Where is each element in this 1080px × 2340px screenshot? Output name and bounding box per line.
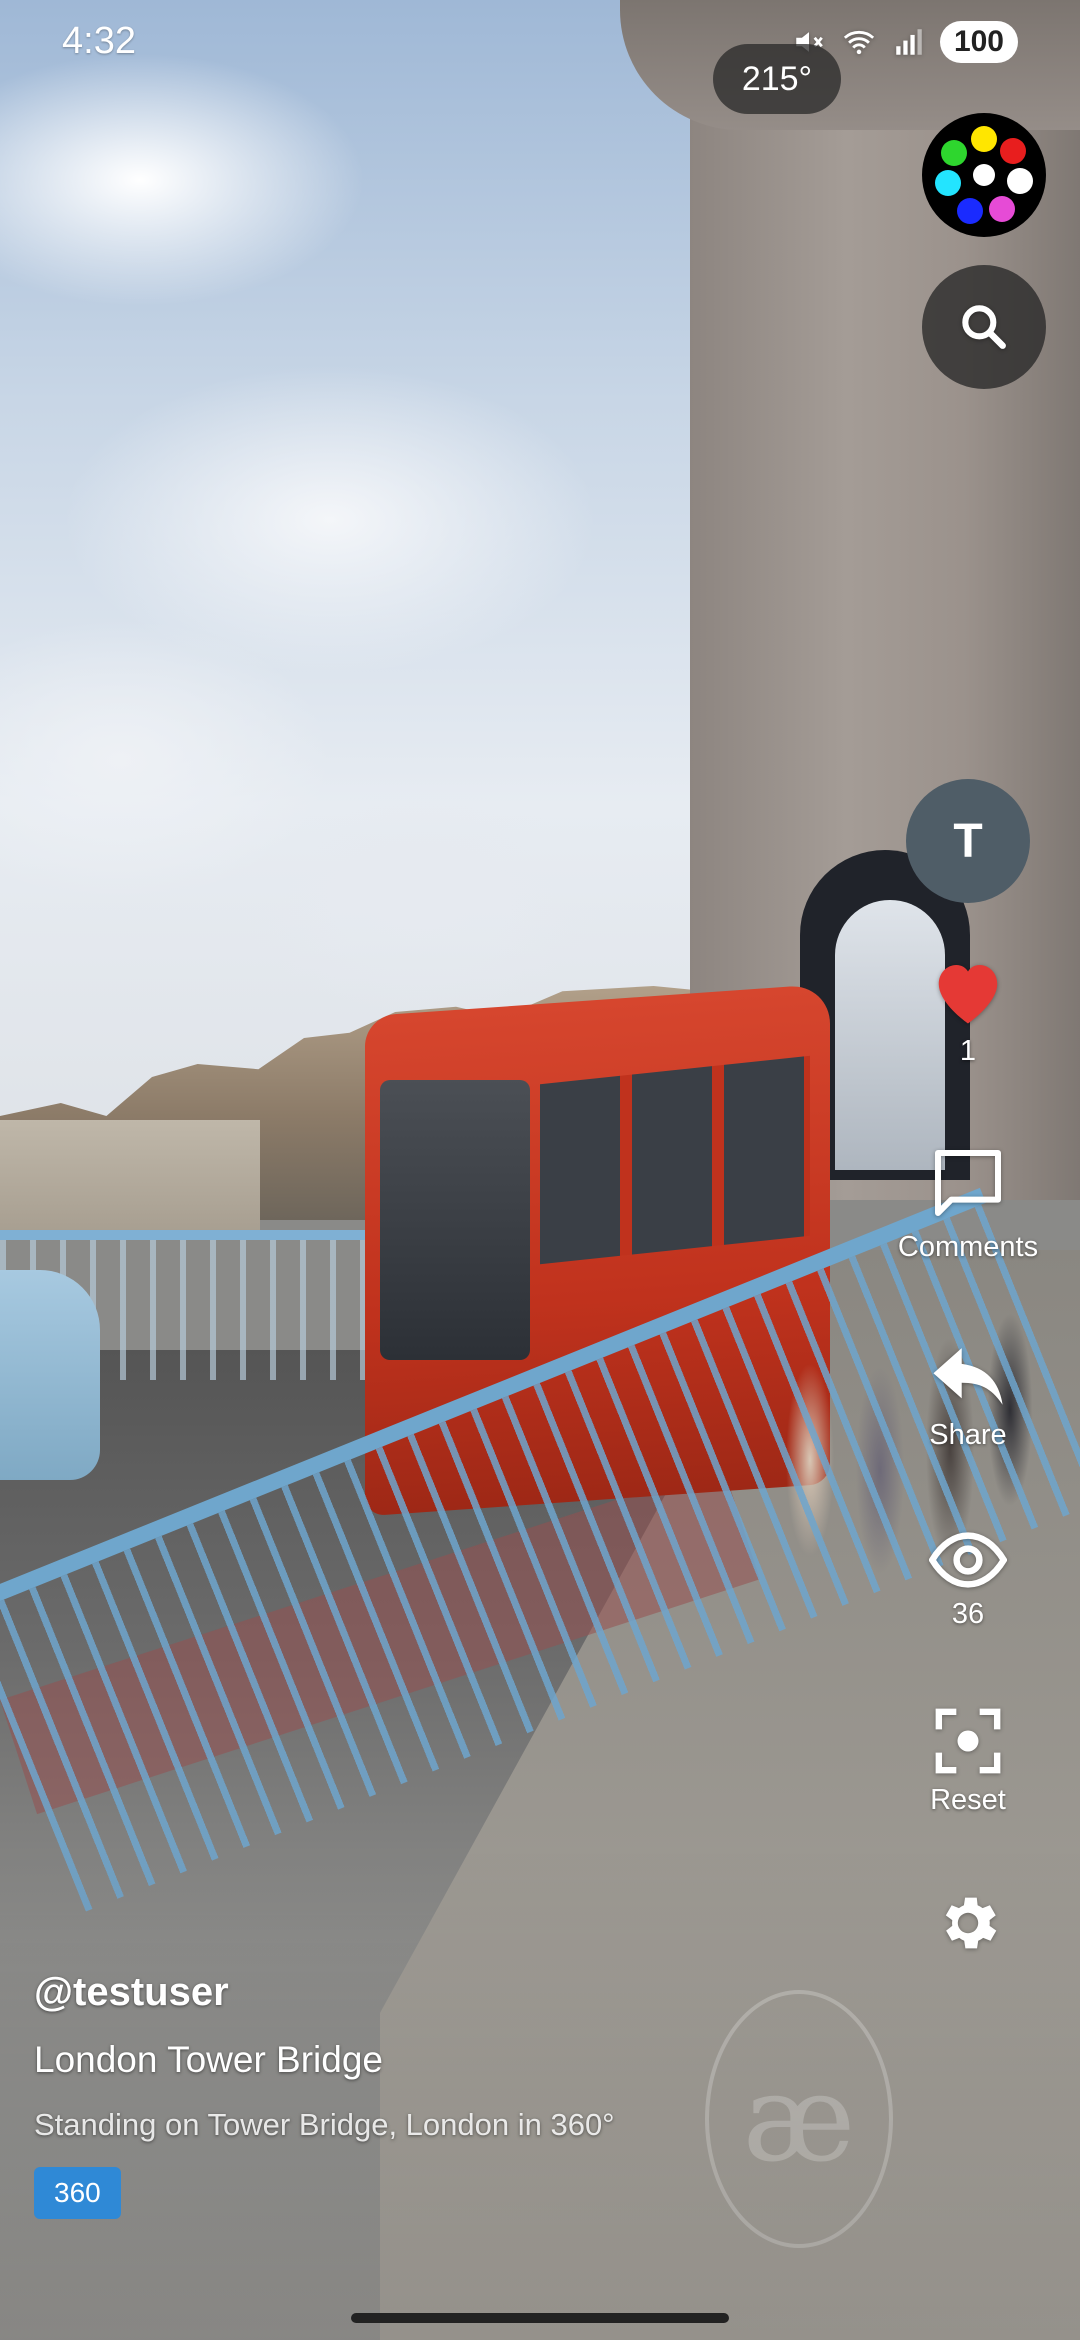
post-title: London Tower Bridge <box>34 2039 384 2080</box>
reset-button[interactable]: Reset <box>893 1706 1043 1817</box>
status-bar: 4:32 100 <box>0 0 1080 90</box>
like-count: 1 <box>959 1035 977 1067</box>
search-button[interactable] <box>922 265 1046 389</box>
battery-indicator: 100 <box>939 21 1018 63</box>
heading-indicator: 215° <box>713 44 841 114</box>
username[interactable]: @testuser <box>34 1970 794 2015</box>
comments-label: Comments <box>897 1231 1039 1263</box>
views-count: 36 <box>951 1598 985 1630</box>
settings-button[interactable] <box>893 1888 1043 1958</box>
format-badge: 360 <box>34 2167 121 2219</box>
share-label: Share <box>929 1419 1007 1451</box>
home-indicator[interactable] <box>351 2313 729 2323</box>
views-indicator: 36 <box>893 1530 1043 1631</box>
color-wheel-icon[interactable] <box>922 113 1046 237</box>
car <box>0 1270 100 1480</box>
search-icon <box>962 305 1006 349</box>
share-button[interactable]: Share <box>893 1345 1043 1452</box>
color-dots-icon <box>924 115 1044 235</box>
focus-frame-icon <box>935 1708 1001 1774</box>
post-caption: @testuser London Tower Bridge Standing o… <box>34 1970 794 2219</box>
post-description: Standing on Tower Bridge, London in 360° <box>34 2107 615 2142</box>
signal-icon <box>896 29 922 55</box>
river <box>0 1120 260 1240</box>
comment-icon <box>935 1150 1001 1216</box>
avatar[interactable]: T <box>906 779 1030 903</box>
eye-icon <box>929 1532 1007 1588</box>
wifi-icon <box>843 30 875 55</box>
comments-button[interactable]: Comments <box>893 1143 1043 1264</box>
gear-icon <box>945 1897 997 1949</box>
like-button[interactable]: 1 <box>893 955 1043 1068</box>
bus-windshield <box>380 1080 530 1360</box>
share-icon <box>933 1348 1003 1405</box>
status-time: 4:32 <box>62 20 136 62</box>
reset-label: Reset <box>930 1784 1006 1816</box>
heart-icon <box>938 965 998 1024</box>
